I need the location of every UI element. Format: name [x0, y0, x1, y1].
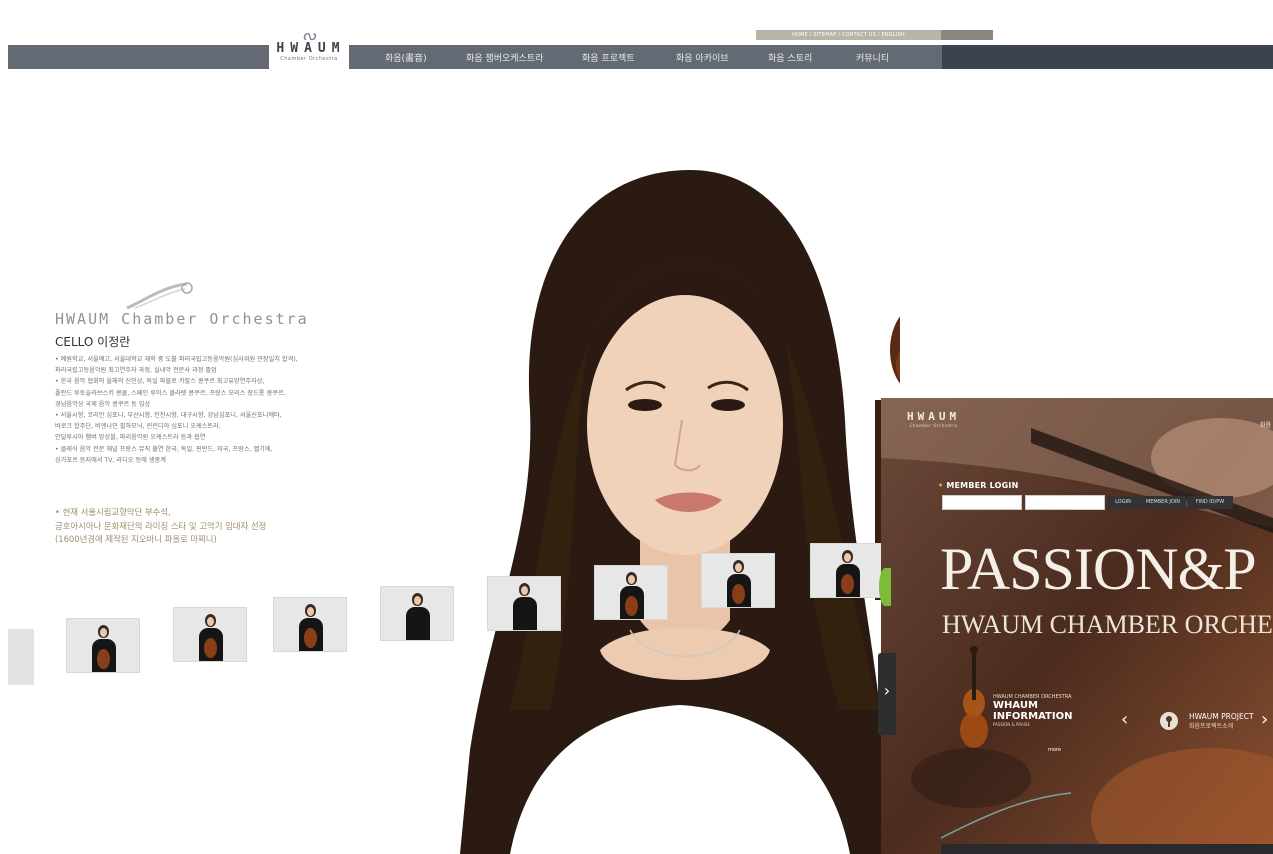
thumb-instrument [841, 574, 854, 594]
profile-current-line: 금호아시아나 문화재단의 라이징 스타 및 고악기 임대자 선정 [55, 520, 267, 531]
info-panel[interactable]: HWAUM CHAMBER ORCHESTRA WHAUM INFORMATIO… [993, 694, 1072, 727]
project-badge-icon [1160, 712, 1178, 730]
bullet-dot-icon: • [938, 481, 944, 490]
profile-role: CELLO 이정란 [55, 335, 131, 349]
preview-logo-word: HWAUM [907, 410, 961, 423]
project-subtitle: 화음프로젝트소개 [1189, 723, 1234, 730]
thumb-instrument [732, 584, 745, 604]
profile-current: • 현재 서울시립교향악단 부수석, 금호아시아나 문화재단의 라이징 스타 및… [55, 506, 365, 547]
logo-mark: ᔓ [302, 26, 316, 44]
profile-bullet: • 클래식 음악 전문 채널 프랑스 뮤직 출연 한국, 독일, 핀란드, 미국… [55, 445, 273, 453]
thumb-figure-face [207, 617, 214, 626]
chevron-right-icon: › [883, 681, 891, 700]
preview-nav-fragment[interactable]: 화음 [1260, 420, 1271, 429]
preview-bottom-bar [941, 844, 1273, 854]
musician-thumbnail[interactable] [380, 586, 454, 641]
member-join-button[interactable]: MEMBER JOIN [1140, 496, 1186, 509]
login-password-input[interactable] [1025, 495, 1105, 510]
profile-bullet: • 서울시향, 코리안 심포니, 부산시향, 인천시향, 대구시향, 강남심포니… [55, 412, 282, 420]
profile-current-line: • 현재 서울시립교향악단 부수석, [55, 507, 171, 517]
thumb-figure-face [307, 607, 314, 616]
member-login-text: MEMBER LOGIN [946, 481, 1019, 490]
thumb-figure-face [414, 596, 421, 605]
login-button[interactable]: LOGIN [1107, 496, 1139, 509]
musician-thumbnail[interactable] [273, 597, 347, 652]
cellist-portrait [460, 170, 900, 854]
find-id-pw-button[interactable]: FIND ID/PW [1187, 496, 1233, 509]
project-title: HWAUM PROJECT [1189, 712, 1254, 721]
profile-brand: HWAUM Chamber Orchestra [55, 310, 309, 328]
logo-wordmark: HWAUM [276, 41, 346, 56]
profile-bullet: • 한국 음악 협회의 올해의 신인상, 독일 파블로 카잘스 콩쿠르 최고유망… [55, 378, 265, 386]
site-preview-overlay: HWAUM Chamber Orchestra 화음 • MEMBER LOGI… [881, 398, 1273, 854]
thumb-figure-face [844, 553, 851, 562]
thumb-instrument [204, 638, 217, 658]
thumb-figure-face [628, 575, 635, 584]
nav-item-story[interactable]: 화음 스토리 [768, 51, 812, 64]
musician-thumbnail[interactable] [701, 553, 775, 608]
brand-swoosh-icon [126, 282, 193, 310]
preview-subheadline: HWAUM CHAMBER ORCHEST [942, 610, 1273, 639]
nav-item-hwaum[interactable]: 화음(畵音) [385, 51, 427, 64]
musician-thumbnail[interactable] [173, 607, 247, 662]
thumb-instrument [97, 649, 110, 669]
logo-subtitle: Chamber Orchestra [280, 56, 338, 62]
project-link[interactable]: HWAUM PROJECT 화음프로젝트소개 [1189, 712, 1254, 730]
profile-bullet: 안달루시아 챔버 앙상블, 파리음악원 오케스트라 등과 협연 [55, 434, 206, 442]
musician-thumbnail[interactable] [810, 543, 884, 598]
info-title-1: WHAUM [993, 700, 1038, 711]
profile-current-line: (1600년경에 제작된 지오바니 파올로 마찌니) [55, 534, 217, 544]
thumb-figure-face [100, 628, 107, 637]
main-nav-bar-right [942, 45, 1273, 69]
profile-bullets: • 예원학교, 서울예고, 서울대학교 재학 중 도불 파리국립고등음악원(심사… [55, 354, 365, 466]
login-id-input[interactable] [942, 495, 1022, 510]
preview-logo-sub: Chamber Orchestra [909, 423, 958, 428]
thumb-instrument [625, 596, 638, 616]
profile-bullet: 경남음악상 국제 음악 콩쿠르 등 입상 [55, 400, 151, 408]
musician-thumbnail[interactable] [487, 576, 561, 631]
nav-item-project[interactable]: 화음 프로젝트 [582, 51, 635, 64]
thumb-figure [406, 607, 430, 640]
profile-bullet: 바로크 합주단, 비엔나인 필하모닉, 린린디아 심포니 오케스트라, [55, 423, 221, 431]
profile-bullet: 폴란드 루토슬라브스키 콩쿨, 스페인 루이스 클라렛 콩쿠르, 프랑스 모리스… [55, 389, 286, 397]
thumbnail-partial[interactable] [8, 629, 34, 685]
chevron-left-icon[interactable]: ‹ [1121, 710, 1128, 730]
musician-thumbnail[interactable] [594, 565, 668, 620]
site-logo[interactable]: ᔓ HWAUM Chamber Orchestra [269, 28, 349, 74]
musician-thumbnail[interactable] [66, 618, 140, 673]
green-accent-shape [879, 568, 891, 606]
nav-item-chamber-orchestra[interactable]: 화음 챔버오케스트라 [466, 51, 543, 64]
preview-logo[interactable]: HWAUM Chamber Orchestra [907, 410, 960, 428]
info-tagline: PASSION & PRAISE [993, 722, 1030, 727]
thumb-figure-face [735, 563, 742, 572]
profile-bullet: 파리국립고등음악원 최고연주자 과정, 실내악 전문사 과정 졸업 [55, 367, 217, 375]
thumb-figure [513, 597, 537, 630]
chevron-right-icon[interactable]: › [1261, 710, 1268, 730]
utility-bar: HOME / SITEMAP / CONTACT US / ENGLISH [756, 30, 993, 40]
thumb-figure-face [521, 586, 528, 595]
thumb-instrument [304, 628, 317, 648]
utility-links[interactable]: HOME / SITEMAP / CONTACT US / ENGLISH [792, 31, 905, 39]
nav-item-community[interactable]: 커뮤니티 [856, 51, 889, 64]
side-panel-toggle[interactable]: › [878, 653, 896, 735]
info-more-link[interactable]: more [1048, 747, 1061, 753]
profile-bullet: • 예원학교, 서울예고, 서울대학교 재학 중 도불 파리국립고등음악원(심사… [55, 356, 298, 363]
utility-bar-accent [941, 30, 993, 40]
info-title-2: INFORMATION [993, 711, 1073, 722]
profile-bullet: 싱가포르 등지에서 TV, 라디오 등에 생중계 [55, 456, 166, 464]
member-login-label: • MEMBER LOGIN [938, 481, 1018, 490]
preview-headline: PASSION&P [940, 536, 1257, 602]
nav-item-archive[interactable]: 화음 아카이브 [676, 51, 729, 64]
